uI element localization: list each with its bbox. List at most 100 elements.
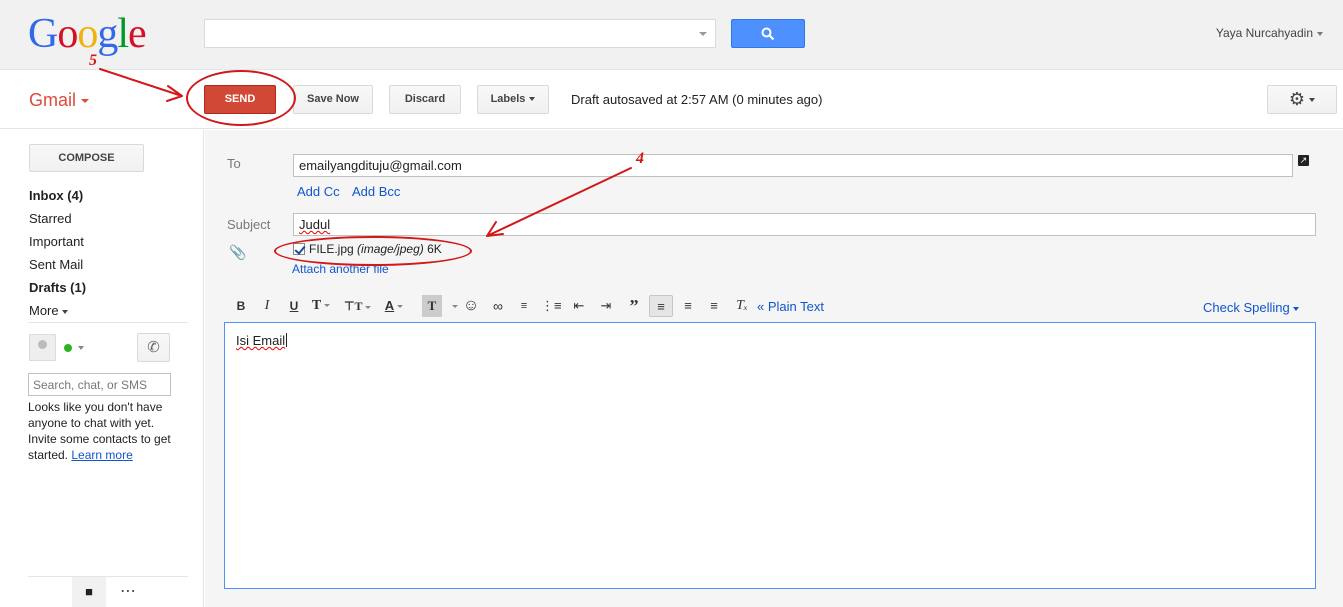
check-spelling-label: Check Spelling bbox=[1203, 300, 1290, 315]
sidebar-item-starred[interactable]: Starred bbox=[29, 207, 199, 230]
align-center-icon[interactable]: ≡ bbox=[678, 295, 698, 317]
underline-icon[interactable]: U bbox=[284, 295, 304, 317]
gmail-app-menu[interactable]: Gmail bbox=[29, 90, 90, 111]
gmail-label: Gmail bbox=[29, 90, 77, 110]
emoji-icon[interactable]: ☺ bbox=[461, 295, 481, 317]
to-field[interactable]: emailyangdituju@gmail.com bbox=[293, 154, 1293, 177]
labels-button-label: Labels bbox=[490, 93, 526, 105]
sidebar-item-label: Starred bbox=[29, 211, 72, 226]
chat-empty-message: Looks like you don't have anyone to chat… bbox=[28, 399, 178, 463]
save-now-button[interactable]: Save Now bbox=[293, 85, 373, 114]
bulleted-list-icon[interactable]: ⋮≡ bbox=[541, 295, 562, 317]
autosave-status: Draft autosaved at 2:57 AM (0 minutes ag… bbox=[571, 92, 823, 107]
sidebar-item-inbox[interactable]: Inbox (4) bbox=[29, 184, 199, 207]
sidebar-item-sent-mail[interactable]: Sent Mail bbox=[29, 253, 199, 276]
google-logo[interactable]: Google bbox=[28, 11, 147, 57]
compose-button[interactable]: COMPOSE bbox=[29, 144, 144, 172]
logo-letter: l bbox=[117, 11, 129, 57]
attachment-type: (image/jpeg) bbox=[357, 242, 424, 256]
numbered-list-icon[interactable]: ≡ bbox=[514, 295, 534, 317]
body-text: Isi Email bbox=[236, 333, 286, 348]
more-options-button[interactable]: ⋯ bbox=[114, 577, 142, 607]
search-icon bbox=[761, 27, 775, 41]
expand-recipients-icon[interactable]: ↗ bbox=[1298, 155, 1309, 166]
indent-less-icon[interactable]: ⇤ bbox=[569, 295, 589, 317]
attachment-size: 6K bbox=[427, 242, 442, 256]
logo-letter: o bbox=[57, 11, 78, 57]
message-body-editor[interactable]: Isi Email bbox=[224, 322, 1316, 589]
sidebar-item-label: Sent Mail bbox=[29, 257, 84, 272]
font-size-icon[interactable]: ⊤T bbox=[344, 295, 372, 317]
step-5-label: 5 bbox=[89, 52, 97, 69]
avatar[interactable] bbox=[29, 334, 56, 361]
align-right-icon[interactable]: ≡ bbox=[704, 295, 724, 317]
discard-button[interactable]: Discard bbox=[389, 85, 461, 114]
sidebar-item-more[interactable]: More bbox=[29, 299, 199, 322]
highlight-caret-icon[interactable] bbox=[443, 295, 463, 317]
quote-icon[interactable]: ” bbox=[624, 295, 644, 317]
sidebar-divider bbox=[28, 322, 188, 323]
text-cursor bbox=[286, 333, 288, 347]
settings-button[interactable]: ⚙ bbox=[1267, 85, 1337, 114]
compose-toolbar: Gmail SEND Save Now Discard Labels Draft… bbox=[0, 70, 1343, 129]
chevron-down-icon bbox=[529, 97, 536, 102]
chat-search-input[interactable] bbox=[28, 373, 171, 396]
sidebar-item-drafts[interactable]: Drafts (1) bbox=[29, 276, 199, 299]
font-family-icon[interactable]: T bbox=[311, 295, 331, 317]
chevron-down-icon bbox=[61, 309, 68, 314]
link-icon[interactable]: ∞ bbox=[488, 295, 508, 317]
text-color-icon[interactable]: A bbox=[384, 295, 404, 317]
logo-letter: G bbox=[28, 11, 58, 57]
bold-icon[interactable]: B bbox=[231, 295, 251, 317]
top-bar: Google Yaya Nurcahyadin bbox=[0, 0, 1343, 70]
italic-icon[interactable]: I bbox=[257, 295, 277, 317]
online-status-icon[interactable] bbox=[64, 344, 72, 352]
phone-icon: ✆ bbox=[147, 339, 160, 356]
highlight-color-icon[interactable]: T bbox=[422, 295, 442, 317]
check-spelling-menu[interactable]: Check Spelling bbox=[1203, 300, 1299, 315]
sidebar-item-label: More bbox=[29, 303, 59, 318]
sidebar-item-label: Important bbox=[29, 234, 84, 249]
to-label: To bbox=[227, 156, 241, 171]
ellipsis-icon: ⋯ bbox=[120, 583, 136, 600]
send-button[interactable]: SEND bbox=[204, 85, 276, 114]
remove-formatting-icon[interactable]: Tₓ bbox=[732, 295, 752, 317]
attachment-item[interactable]: FILE.jpg (image/jpeg) 6K bbox=[293, 242, 442, 256]
chat-toggle-button[interactable]: ■ bbox=[72, 577, 106, 607]
logo-letter: g bbox=[97, 11, 118, 57]
add-bcc-link[interactable]: Add Bcc bbox=[352, 184, 400, 199]
add-cc-link[interactable]: Add Cc bbox=[297, 184, 340, 199]
status-caret-icon[interactable] bbox=[78, 346, 84, 350]
plain-text-link[interactable]: « Plain Text bbox=[757, 299, 824, 314]
learn-more-link[interactable]: Learn more bbox=[71, 448, 132, 462]
call-phone-button[interactable]: ✆ bbox=[137, 333, 170, 362]
search-button[interactable] bbox=[731, 19, 805, 48]
subject-value: Judul bbox=[299, 217, 331, 232]
align-left-icon[interactable]: ≡ bbox=[649, 295, 673, 317]
subject-field[interactable]: Judul bbox=[293, 213, 1316, 236]
sidebar-item-label: Drafts (1) bbox=[29, 280, 87, 295]
subject-label: Subject bbox=[227, 217, 271, 232]
sidebar-item-important[interactable]: Important bbox=[29, 230, 199, 253]
chevron-down-icon bbox=[1317, 31, 1323, 36]
folder-nav: Inbox (4) Starred Important Sent Mail Drafts… bbox=[29, 184, 199, 322]
search-input[interactable] bbox=[204, 19, 716, 48]
step-4-label: 4 bbox=[636, 150, 644, 167]
logo-letter: o bbox=[77, 11, 98, 57]
compose-form: To emailyangdituju@gmail.com ↗ Add Cc Ad… bbox=[205, 130, 1343, 607]
attach-another-file-link[interactable]: Attach another file bbox=[292, 262, 389, 276]
gear-icon: ⚙ bbox=[1288, 89, 1306, 109]
logo-letter: e bbox=[128, 11, 147, 57]
user-name: Yaya Nurcahyadin bbox=[1215, 26, 1313, 40]
search-options-caret-icon[interactable] bbox=[699, 32, 707, 36]
attachment-name: FILE.jpg bbox=[309, 242, 354, 256]
account-menu[interactable]: Yaya Nurcahyadin bbox=[1216, 26, 1323, 40]
attachment-checkbox[interactable] bbox=[293, 243, 305, 255]
chevron-down-icon bbox=[1309, 98, 1316, 103]
chat-bubble-icon: ■ bbox=[85, 584, 93, 599]
paperclip-icon: 📎 bbox=[229, 244, 247, 260]
chevron-down-icon bbox=[1292, 306, 1299, 311]
indent-more-icon[interactable]: ⇥ bbox=[596, 295, 616, 317]
chevron-down-icon bbox=[81, 99, 90, 104]
labels-button[interactable]: Labels bbox=[477, 85, 549, 114]
